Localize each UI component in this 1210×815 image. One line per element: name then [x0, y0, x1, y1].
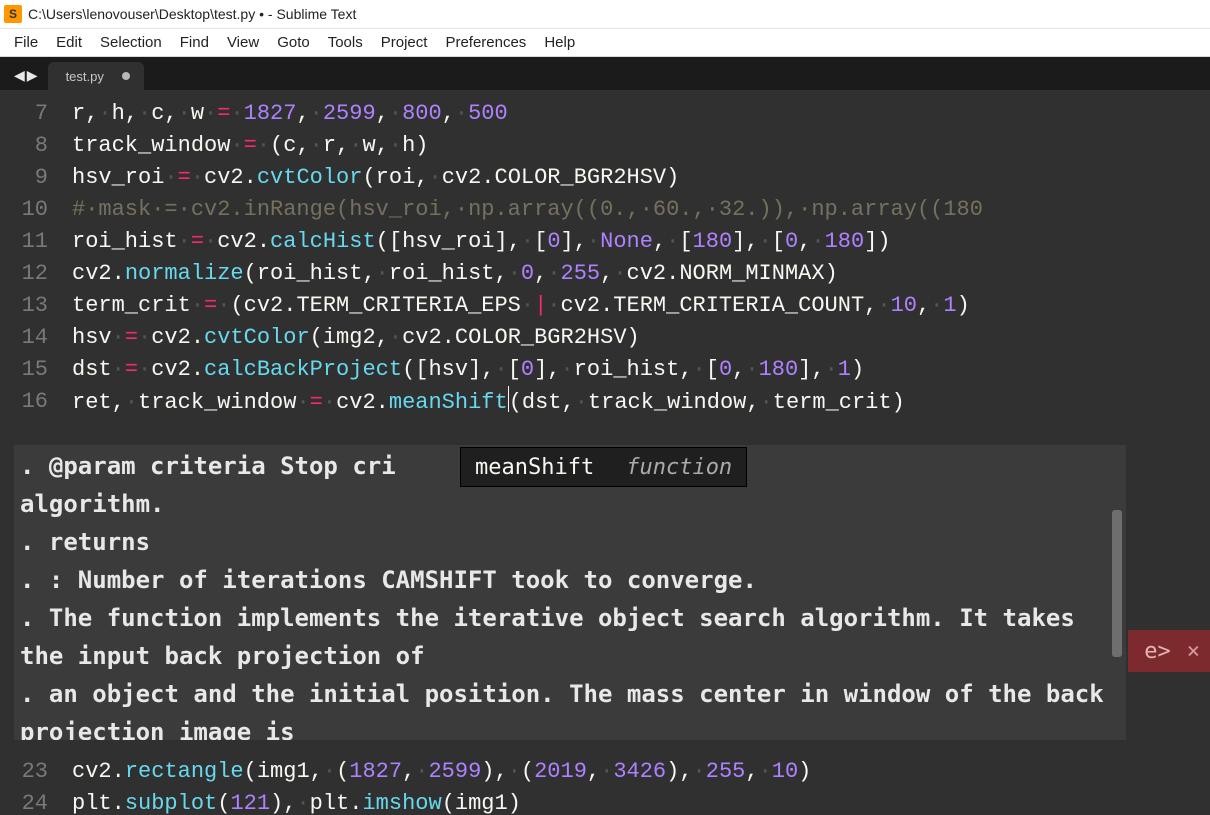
gutter-line-number: 16 [0, 386, 58, 418]
autocomplete-item-name[interactable]: meanShift [461, 455, 626, 480]
tab-testpy[interactable]: test.py [48, 62, 144, 90]
autocomplete-item-kind: function [626, 455, 746, 480]
code-line[interactable]: roi_hist·=·cv2.calcHist([hsv_roi],·[0],·… [72, 226, 1210, 258]
error-ribbon-text: e> [1144, 639, 1171, 664]
code-line[interactable]: track_window·=·(c,·r,·w,·h) [72, 130, 1210, 162]
editor-area[interactable]: . @param criteria Stop cri 'e search alg… [0, 90, 1210, 815]
tab-nav-arrows[interactable]: ◀ ▶ [4, 67, 48, 90]
gutter-line-number: 8 [0, 130, 58, 162]
doc-scrollbar[interactable] [1110, 445, 1124, 740]
gutter-line-number: 23 [0, 756, 58, 788]
doc-text: . @param criteria Stop cri 'e search alg… [20, 447, 1120, 740]
gutter-line-number: 24 [0, 788, 58, 815]
tab-label: test.py [66, 69, 104, 84]
autocomplete-popup[interactable]: meanShift function [460, 447, 747, 487]
tab-prev-icon[interactable]: ◀ [14, 67, 25, 84]
app-icon: S [4, 5, 22, 23]
gutter-line-number: 15 [0, 354, 58, 386]
menu-view[interactable]: View [219, 31, 267, 54]
gutter-line-number: 10 [0, 194, 58, 226]
code-line[interactable]: cv2.rectangle(img1,·(1827,·2599),·(2019,… [72, 756, 1210, 788]
menu-selection[interactable]: Selection [92, 31, 170, 54]
menu-find[interactable]: Find [172, 31, 217, 54]
code-line[interactable]: ret,·track_window·=·cv2.meanShift(dst,·t… [72, 386, 1210, 419]
menu-preferences[interactable]: Preferences [437, 31, 534, 54]
code-line[interactable]: cv2.normalize(roi_hist,·roi_hist,·0,·255… [72, 258, 1210, 290]
tab-next-icon[interactable]: ▶ [27, 67, 38, 84]
code-line[interactable]: hsv_roi·=·cv2.cvtColor(roi,·cv2.COLOR_BG… [72, 162, 1210, 194]
code-line[interactable]: plt.subplot(121),·plt.imshow(img1) [72, 788, 1210, 815]
gutter-line-number: 14 [0, 322, 58, 354]
tab-dirty-indicator-icon [122, 72, 130, 80]
doc-tooltip: . @param criteria Stop cri 'e search alg… [14, 445, 1126, 740]
code-line[interactable]: r,·h,·c,·w·=·1827,·2599,·800,·500 [72, 98, 1210, 130]
gutter-line-number: 12 [0, 258, 58, 290]
window-title: C:\Users\lenovouser\Desktop\test.py • - … [28, 6, 356, 22]
doc-scrollbar-thumb[interactable] [1112, 510, 1122, 658]
error-ribbon[interactable]: e> × [1128, 630, 1210, 672]
gutter-line-number: 9 [0, 162, 58, 194]
code-line[interactable]: dst·=·cv2.calcBackProject([hsv],·[0],·ro… [72, 354, 1210, 386]
code-line[interactable]: hsv·=·cv2.cvtColor(img2,·cv2.COLOR_BGR2H… [72, 322, 1210, 354]
gutter-line-number: 7 [0, 98, 58, 130]
error-ribbon-close-icon[interactable]: × [1187, 639, 1200, 664]
code-line[interactable]: #·mask·=·cv2.inRange(hsv_roi,·np.array((… [72, 194, 1210, 226]
menu-goto[interactable]: Goto [269, 31, 318, 54]
menu-edit[interactable]: Edit [48, 31, 90, 54]
menu-tools[interactable]: Tools [320, 31, 371, 54]
menu-project[interactable]: Project [373, 31, 436, 54]
tab-strip: ◀ ▶ test.py [0, 57, 1210, 90]
gutter-line-number: 13 [0, 290, 58, 322]
menu-help[interactable]: Help [536, 31, 583, 54]
window-titlebar: S C:\Users\lenovouser\Desktop\test.py • … [0, 0, 1210, 29]
gutter-line-number: 11 [0, 226, 58, 258]
menu-bar: FileEditSelectionFindViewGotoToolsProjec… [0, 29, 1210, 57]
menu-file[interactable]: File [6, 31, 46, 54]
code-line[interactable]: term_crit·=·(cv2.TERM_CRITERIA_EPS·|·cv2… [72, 290, 1210, 322]
